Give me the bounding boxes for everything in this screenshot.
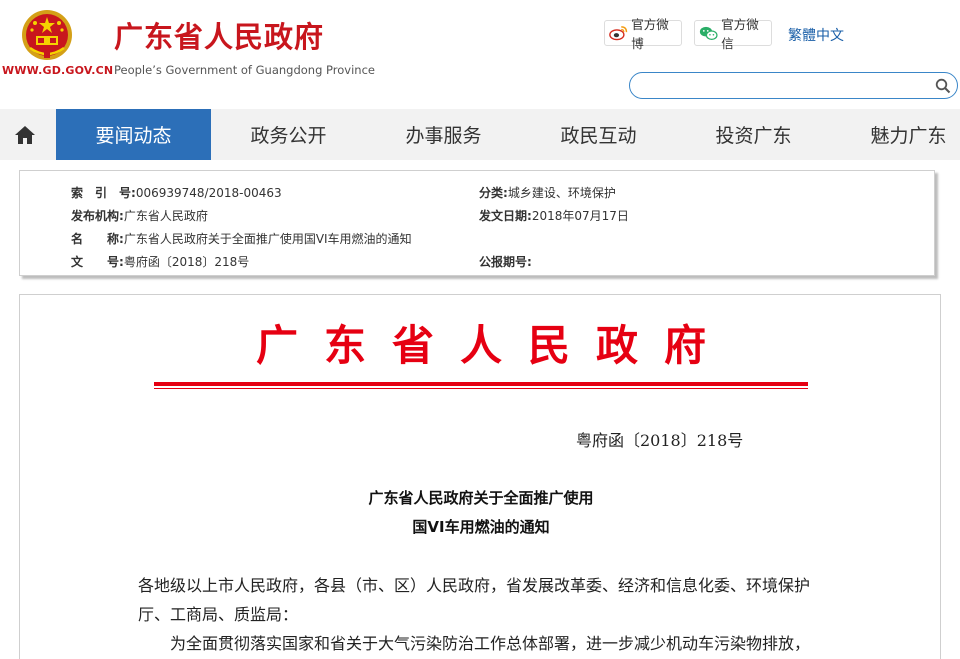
search-input[interactable] bbox=[640, 76, 920, 95]
meta-index-key: 索 引 号: bbox=[71, 186, 136, 200]
main-nav: 要闻动态 政务公开 办事服务 政民互动 投资广东 魅力广东 bbox=[0, 109, 960, 160]
meta-index-value: 006939748/2018-00463 bbox=[135, 186, 282, 200]
meta-docno-key: 文 号: bbox=[71, 255, 124, 269]
site-subtitle: People’s Government of Guangdong Provinc… bbox=[114, 63, 375, 77]
search-button[interactable] bbox=[931, 74, 954, 97]
meta-name-value: 广东省人民政府关于全面推广使用国VI车用燃油的通知 bbox=[123, 232, 412, 246]
home-icon bbox=[15, 125, 35, 144]
meta-category-value: 城乡建设、环境保护 bbox=[507, 186, 616, 200]
weibo-label: 官方微博 bbox=[631, 17, 669, 51]
meta-name-row: 名 称:广东省人民政府关于全面推广使用国VI车用燃油的通知 bbox=[71, 230, 412, 247]
nav-item-services[interactable]: 办事服务 bbox=[366, 109, 521, 160]
nav-item-charm[interactable]: 魅力广东 bbox=[831, 109, 960, 160]
weibo-button[interactable]: 官方微博 bbox=[604, 17, 682, 51]
red-header-line-thick bbox=[154, 382, 808, 386]
nav-item-invest[interactable]: 投资广东 bbox=[676, 109, 831, 160]
nav-item-gov-affairs[interactable]: 政务公开 bbox=[211, 109, 366, 160]
document-red-header: 广东省人民政府 bbox=[255, 321, 732, 370]
red-header-line-thin bbox=[154, 388, 808, 389]
meta-category-row: 分类:城乡建设、环境保护 bbox=[479, 184, 616, 201]
nav-item-news[interactable]: 要闻动态 bbox=[56, 109, 211, 160]
meta-index-row: 索 引 号:006939748/2018-00463 bbox=[71, 184, 282, 201]
national-emblem-icon[interactable] bbox=[20, 8, 74, 62]
meta-docno-value: 粤府函〔2018〕218号 bbox=[123, 255, 250, 269]
site-title[interactable]: 广东省人民政府 bbox=[114, 14, 324, 56]
weibo-icon bbox=[609, 26, 628, 41]
meta-issuer-value: 广东省人民政府 bbox=[123, 209, 208, 223]
wechat-icon bbox=[699, 26, 718, 41]
site-header: WWW.GD.GOV.CN 广东省人民政府 People’s Governmen… bbox=[0, 0, 960, 110]
wechat-button[interactable]: 官方微信 bbox=[694, 17, 772, 51]
meta-docno-row: 文 号:粤府函〔2018〕218号 bbox=[71, 253, 249, 270]
search-icon bbox=[935, 78, 950, 93]
document-body-panel: 广东省人民政府 粤府函〔2018〕218号 广东省人民政府关于全面推广使用 国V… bbox=[19, 294, 941, 659]
document-title: 广东省人民政府关于全面推广使用 国VI车用燃油的通知 bbox=[20, 484, 942, 542]
traditional-chinese-link[interactable]: 繁體中文 bbox=[788, 25, 844, 45]
document-number: 粤府函〔2018〕218号 bbox=[576, 431, 744, 450]
document-meta-panel: 索 引 号:006939748/2018-00463 分类:城乡建设、环境保护 … bbox=[19, 170, 935, 276]
meta-name-key: 名 称: bbox=[71, 232, 124, 246]
document-text: 各地级以上市人民政府，各县（市、区）人民政府，省发展改革委、经济和信息化委、环境… bbox=[138, 571, 828, 658]
meta-date-value: 2018年07月17日 bbox=[531, 209, 629, 223]
meta-issuer-row: 发布机构:广东省人民政府 bbox=[71, 207, 208, 224]
wechat-label: 官方微信 bbox=[721, 17, 759, 51]
meta-issuer-key: 发布机构: bbox=[71, 209, 124, 223]
document-title-line-1: 广东省人民政府关于全面推广使用 bbox=[368, 489, 594, 507]
site-url[interactable]: WWW.GD.GOV.CN bbox=[2, 64, 113, 77]
meta-gazette-key: 公报期号: bbox=[479, 255, 532, 269]
document-salutation: 各地级以上市人民政府，各县（市、区）人民政府，省发展改革委、经济和信息化委、环境… bbox=[138, 576, 811, 624]
meta-date-row: 发文日期:2018年07月17日 bbox=[479, 207, 629, 224]
search-box[interactable] bbox=[629, 72, 958, 99]
document-paragraph: 为全面贯彻落实国家和省关于大气污染防治工作总体部署，进一步减少机动车污染物排放， bbox=[170, 634, 811, 653]
meta-gazette-row: 公报期号: bbox=[479, 253, 532, 270]
meta-date-key: 发文日期: bbox=[479, 209, 532, 223]
document-title-line-2: 国VI车用燃油的通知 bbox=[412, 518, 550, 536]
meta-category-key: 分类: bbox=[479, 186, 508, 200]
nav-home[interactable] bbox=[0, 109, 50, 160]
nav-item-interaction[interactable]: 政民互动 bbox=[521, 109, 676, 160]
